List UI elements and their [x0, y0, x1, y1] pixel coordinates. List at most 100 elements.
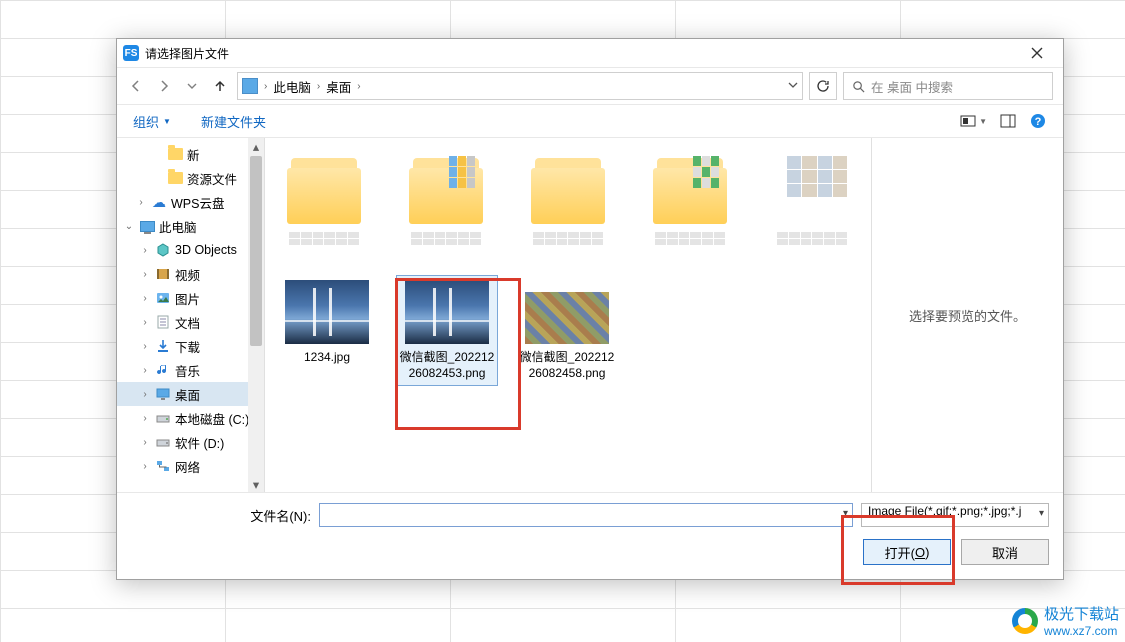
preview-empty-text: 选择要预览的文件。 — [909, 306, 1026, 325]
scroll-thumb[interactable] — [250, 156, 262, 346]
chevron-down-icon[interactable]: ▾ — [1039, 508, 1044, 519]
tree-item[interactable]: 新 — [117, 142, 264, 166]
close-button[interactable] — [1017, 39, 1057, 67]
help-icon: ? — [1030, 113, 1046, 129]
chevron-down-icon[interactable]: ▾ — [843, 508, 848, 519]
chevron-down-icon[interactable]: ▼ — [979, 117, 987, 126]
help-button[interactable]: ? — [1023, 109, 1053, 133]
recent-dropdown[interactable] — [181, 75, 203, 97]
arrow-up-icon — [213, 79, 227, 93]
tree-item-label: 本地磁盘 (C:) — [175, 409, 249, 428]
tree-item[interactable]: ›网络 — [117, 454, 264, 478]
tree-item[interactable]: ›☁WPS云盘 — [117, 190, 264, 214]
preview-pane-button[interactable] — [993, 109, 1023, 133]
folder-item[interactable] — [399, 150, 493, 256]
dialog-title: 请选择图片文件 — [145, 45, 229, 62]
tree-item[interactable]: › 软件 (D:) — [117, 430, 264, 454]
expand-icon[interactable]: › — [139, 341, 151, 352]
tree-item-label: 视频 — [175, 265, 200, 284]
tree-item-label: 文档 — [175, 313, 200, 332]
arrow-right-icon — [157, 79, 171, 93]
img-icon — [155, 290, 171, 306]
organize-menu[interactable]: 组织 ▼ — [127, 109, 177, 134]
expand-icon[interactable]: › — [139, 365, 151, 376]
folder-item[interactable] — [521, 150, 615, 256]
tree-item-label: WPS云盘 — [171, 193, 224, 212]
tree-item-label: 软件 (D:) — [175, 433, 224, 452]
cancel-button[interactable]: 取消 — [961, 539, 1049, 565]
file-thumbnail — [285, 280, 369, 344]
desk-icon — [155, 386, 171, 402]
tree-item-label: 桌面 — [175, 385, 200, 404]
address-dropdown[interactable] — [788, 79, 798, 93]
nav-row: › 此电脑 › 桌面 › 在 桌面 中搜索 — [117, 68, 1063, 104]
expand-icon[interactable]: › — [139, 293, 151, 304]
chevron-down-icon: ▼ — [163, 117, 171, 126]
expand-icon[interactable]: › — [139, 245, 151, 256]
folder-item[interactable] — [277, 150, 371, 256]
dialog-body: 新资源文件›☁WPS云盘⌄此电脑›3D Objects›视频›图片›文档›下载›… — [117, 138, 1063, 492]
tree-item[interactable]: 资源文件 — [117, 166, 264, 190]
forward-button[interactable] — [153, 75, 175, 97]
watermark-logo-icon — [1012, 608, 1038, 634]
expand-icon[interactable]: › — [139, 317, 151, 328]
folder-row — [271, 148, 865, 272]
expand-icon[interactable]: › — [139, 461, 151, 472]
tree-item[interactable]: ›图片 — [117, 286, 264, 310]
open-button[interactable]: 打开(O) — [863, 539, 951, 565]
filename-input[interactable]: ▾ — [319, 503, 853, 527]
tree-item[interactable]: › 音乐 — [117, 358, 264, 382]
refresh-button[interactable] — [809, 72, 837, 100]
chevron-down-icon — [185, 79, 199, 93]
expand-icon[interactable]: › — [139, 437, 151, 448]
up-button[interactable] — [209, 75, 231, 97]
folder-item[interactable] — [765, 150, 859, 256]
scroll-down-icon[interactable]: ▾ — [248, 476, 264, 492]
file-open-dialog: FS 请选择图片文件 › 此电脑 › 桌面 › — [116, 38, 1064, 580]
tree-item[interactable]: › 视频 — [117, 262, 264, 286]
tree-item-label: 资源文件 — [187, 169, 237, 188]
file-item[interactable]: 微信截图_20221226082458.png — [517, 276, 617, 385]
address-bar[interactable]: › 此电脑 › 桌面 › — [237, 72, 803, 100]
expand-icon[interactable]: › — [139, 389, 151, 400]
tree-item[interactable]: › 文档 — [117, 310, 264, 334]
file-thumbnail — [405, 280, 489, 344]
search-icon — [852, 80, 865, 93]
nav-tree: 新资源文件›☁WPS云盘⌄此电脑›3D Objects›视频›图片›文档›下载›… — [117, 138, 265, 492]
tree-item-label: 音乐 — [175, 361, 200, 380]
dialog-footer: 文件名(N): ▾ Image File(*.gif;*.png;*.jpg;*… — [117, 492, 1063, 579]
search-placeholder: 在 桌面 中搜索 — [871, 77, 953, 96]
svg-text:?: ? — [1035, 116, 1042, 128]
preview-pane: 选择要预览的文件。 — [871, 138, 1063, 492]
chevron-down-icon — [788, 80, 798, 90]
file-item[interactable]: 1234.jpg — [277, 276, 377, 370]
tree-item[interactable]: › 桌面 — [117, 382, 264, 406]
file-type-select[interactable]: Image File(*.gif;*.png;*.jpg;*.j ▾ — [861, 503, 1049, 527]
expand-icon[interactable]: › — [139, 413, 151, 424]
expand-icon[interactable]: › — [139, 269, 151, 280]
app-icon: FS — [123, 45, 139, 61]
folder-item[interactable] — [643, 150, 737, 256]
crumb-sep-icon: › — [357, 81, 360, 92]
file-item[interactable]: 微信截图_20221226082453.png — [397, 276, 497, 385]
expand-icon[interactable]: › — [135, 197, 147, 208]
arrow-left-icon — [129, 79, 143, 93]
tree-item[interactable]: ›下载 — [117, 334, 264, 358]
tree-item[interactable]: › 3D Objects — [117, 238, 264, 262]
file-name: 微信截图_20221226082453.png — [399, 350, 495, 381]
crumb-leaf[interactable]: 桌面 — [326, 77, 351, 96]
expand-icon[interactable]: ⌄ — [123, 221, 135, 232]
tree-item[interactable]: › 本地磁盘 (C:) — [117, 406, 264, 430]
new-folder-button[interactable]: 新建文件夹 — [195, 109, 272, 134]
refresh-icon — [816, 79, 830, 93]
scroll-up-icon[interactable]: ▴ — [248, 138, 264, 154]
tree-item-label: 3D Objects — [175, 243, 237, 257]
search-box[interactable]: 在 桌面 中搜索 — [843, 72, 1053, 100]
file-name: 微信截图_20221226082458.png — [519, 350, 615, 381]
back-button[interactable] — [125, 75, 147, 97]
sidebar-scrollbar[interactable]: ▴ ▾ — [248, 138, 264, 492]
crumb-root[interactable]: 此电脑 — [273, 77, 311, 96]
tree-item[interactable]: ⌄此电脑 — [117, 214, 264, 238]
file-list[interactable]: 1234.jpg 微信截图_20221226082453.png 微信截图_2022… — [265, 138, 871, 492]
vid-icon — [155, 266, 171, 282]
